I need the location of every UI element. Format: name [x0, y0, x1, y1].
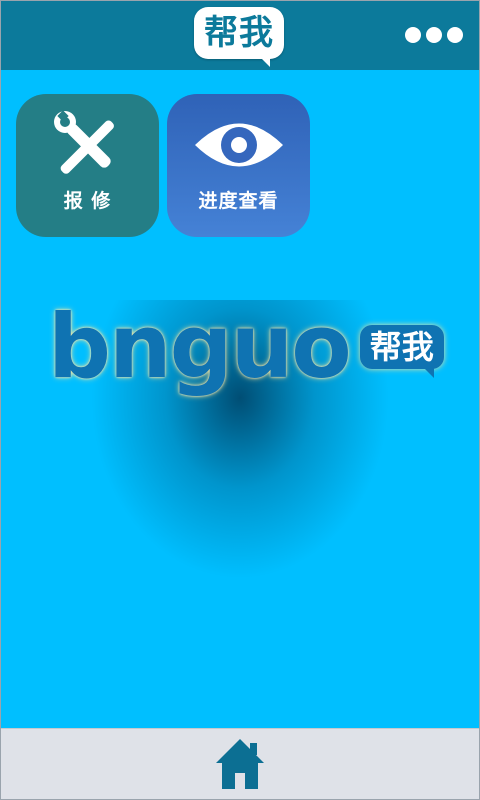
- eye-icon: [194, 123, 283, 167]
- bottom-bar: [1, 728, 479, 800]
- menu-dot: [426, 27, 442, 43]
- repair-tile-label: 报 修: [63, 190, 112, 212]
- progress-tile[interactable]: 进度查看: [167, 94, 310, 237]
- progress-tile-label: 进度查看: [198, 190, 279, 212]
- brand-badge-text: 帮我: [369, 328, 434, 366]
- app-logo: 帮我: [194, 7, 284, 67]
- app-header: 帮我: [1, 1, 479, 70]
- brand-badge: 帮我: [359, 325, 444, 378]
- menu-dot: [447, 27, 463, 43]
- home-icon: [216, 739, 264, 789]
- brand-word: bnguo: [48, 295, 352, 398]
- menu-dot: [405, 27, 421, 43]
- tools-icon: [53, 110, 114, 174]
- brand-logo: bnguo 帮我: [48, 292, 448, 402]
- more-dots-icon[interactable]: [405, 27, 463, 43]
- home-button[interactable]: [214, 737, 266, 791]
- app-logo-text: 帮我: [204, 13, 274, 53]
- repair-tile[interactable]: 报 修: [16, 94, 159, 237]
